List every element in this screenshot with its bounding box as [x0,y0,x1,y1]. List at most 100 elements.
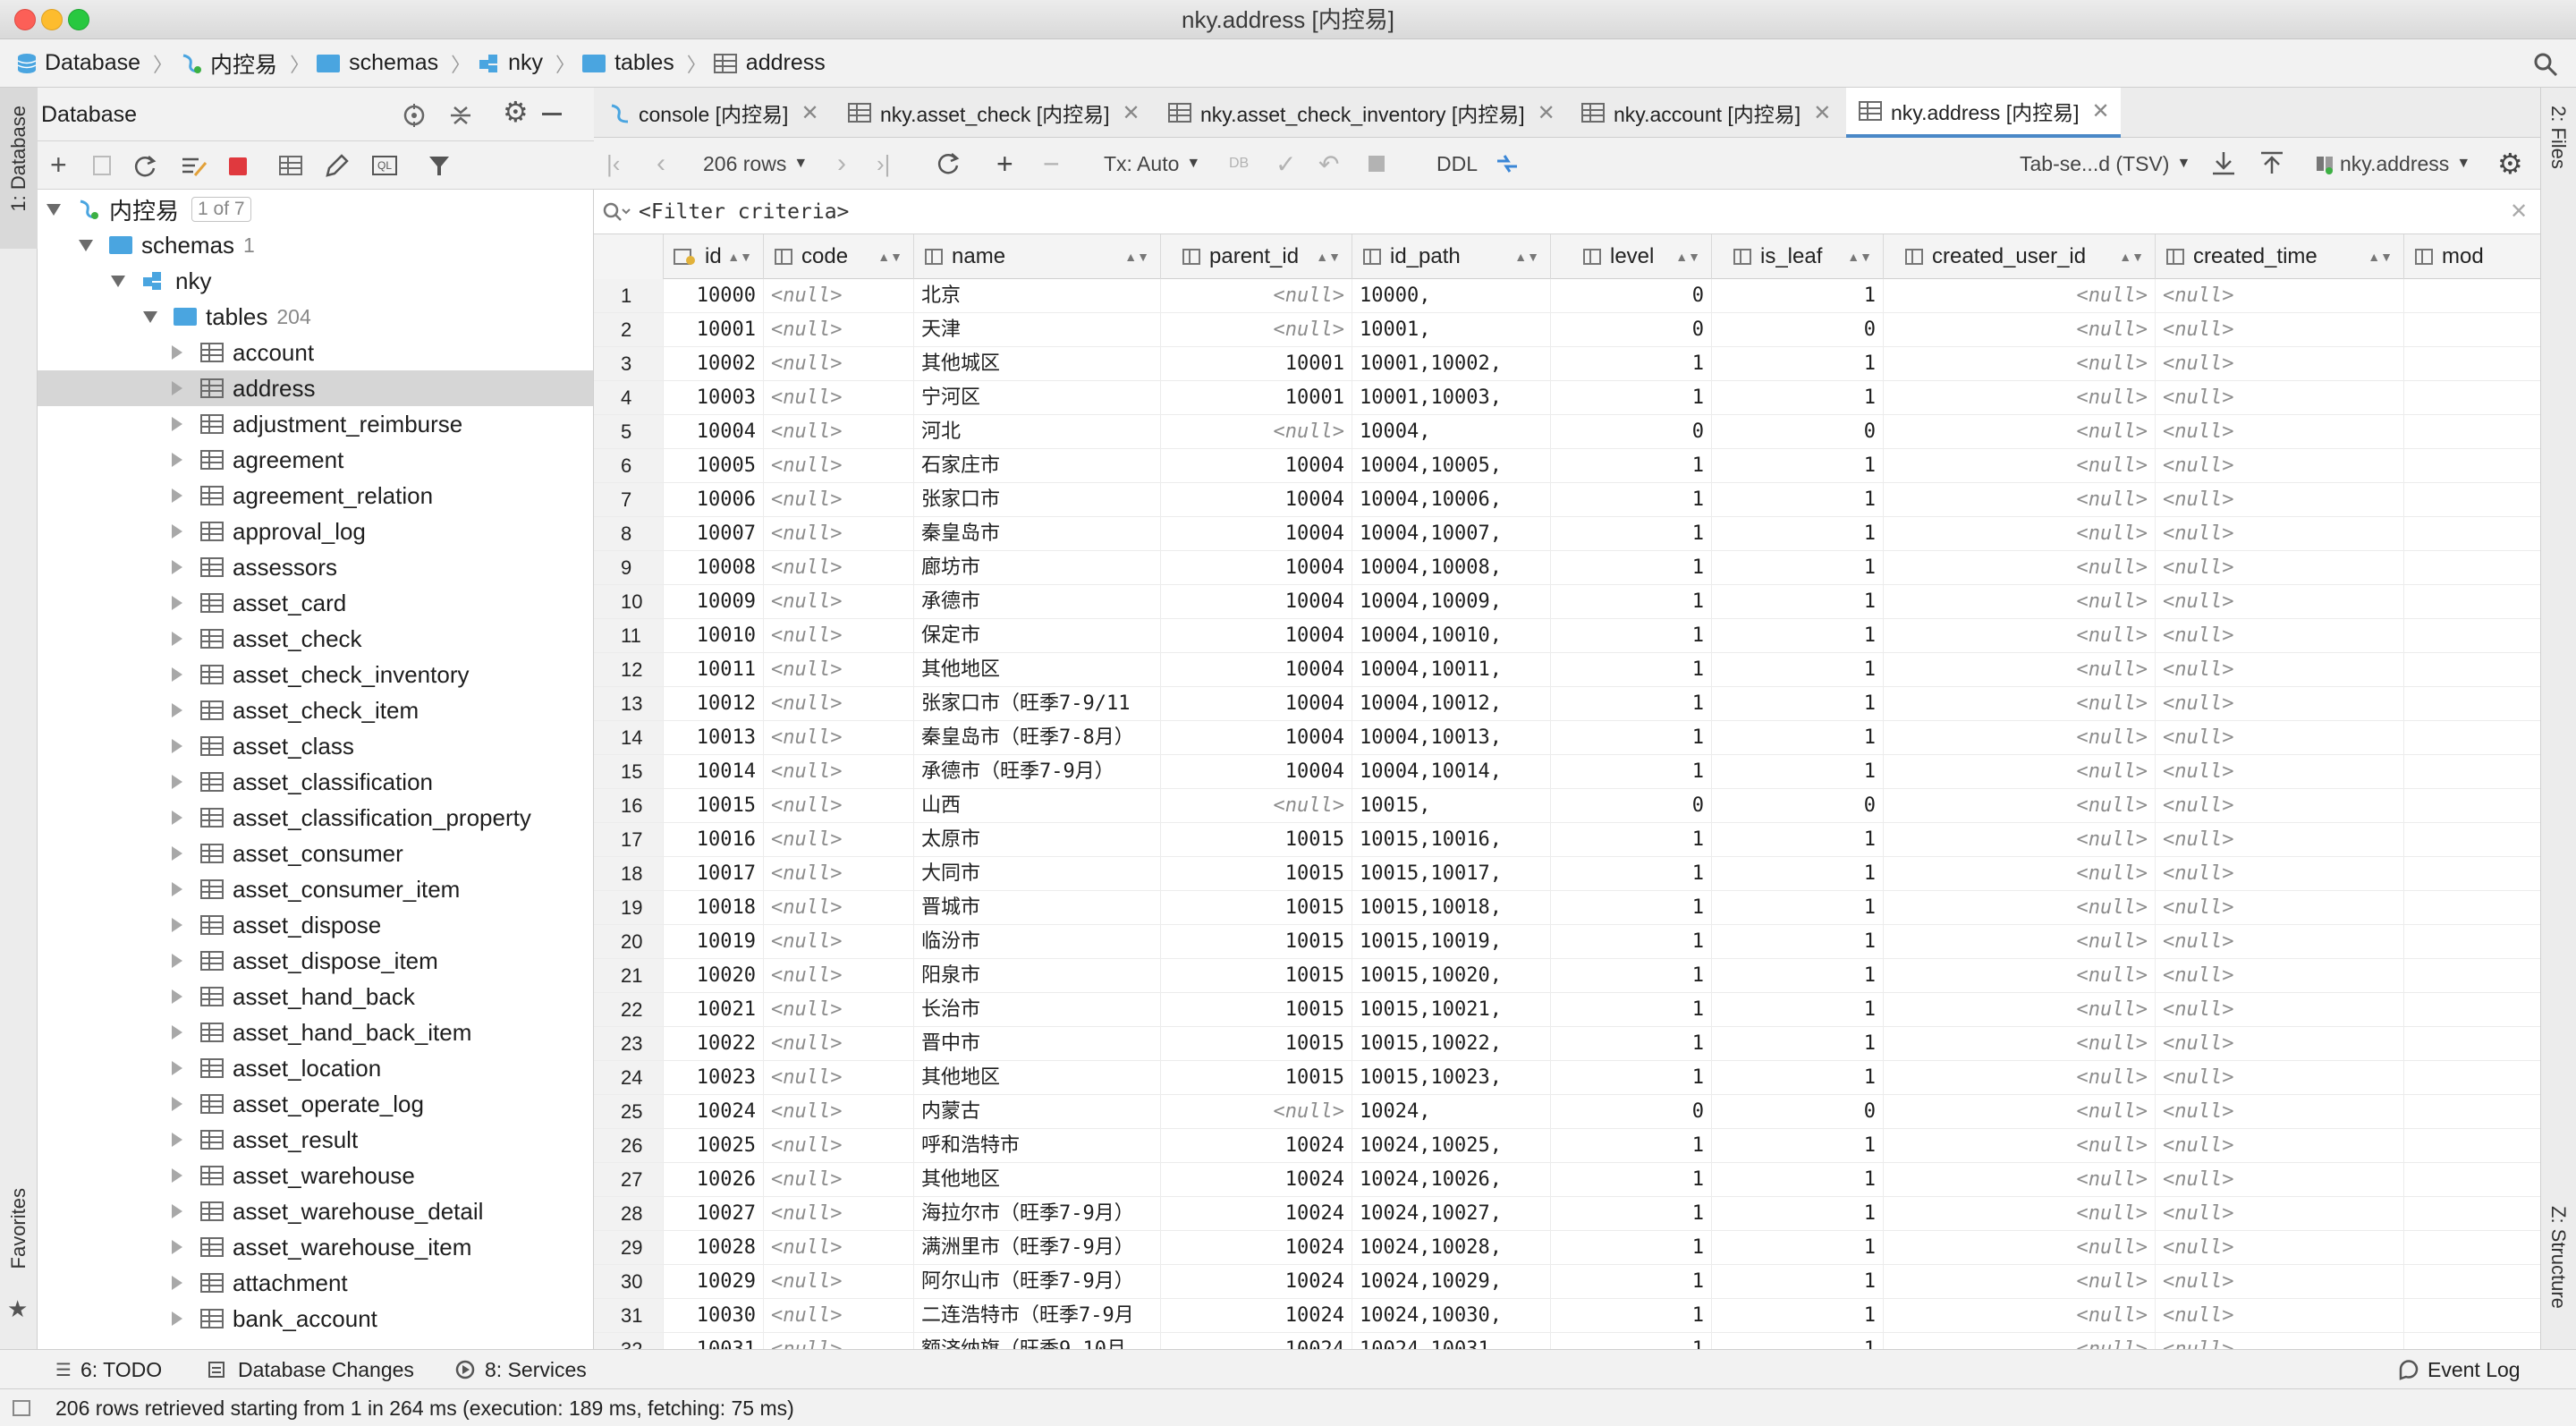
tree-table-item[interactable]: account [38,335,593,370]
code-cell[interactable]: <null> [764,1027,914,1061]
close-tab-icon[interactable]: ✕ [1538,100,1555,126]
created-time-cell[interactable]: <null> [2156,585,2404,619]
expand-arrow-icon[interactable] [172,703,182,717]
name-cell[interactable]: 廊坊市 [914,551,1161,585]
tree-table-item[interactable]: asset_warehouse_item [38,1229,593,1265]
expand-arrow-icon[interactable] [172,1311,182,1326]
is-leaf-cell[interactable]: 1 [1712,619,1884,653]
name-cell[interactable]: 阳泉市 [914,959,1161,993]
code-cell[interactable]: <null> [764,585,914,619]
created-user-id-cell[interactable]: <null> [1884,789,2156,823]
created-user-id-cell[interactable]: <null> [1884,925,2156,959]
files-tool-tab[interactable]: 2: Files [2541,106,2576,222]
expand-arrow-icon[interactable] [172,882,182,896]
created-time-cell[interactable]: <null> [2156,687,2404,721]
parent-id-cell[interactable]: 10004 [1161,517,1352,551]
created-user-id-cell[interactable]: <null> [1884,619,2156,653]
expand-arrow-icon[interactable] [172,1240,182,1254]
parent-id-cell[interactable]: 10004 [1161,687,1352,721]
id-path-cell[interactable]: 10001,10002, [1352,347,1551,381]
created-time-cell[interactable]: <null> [2156,1265,2404,1299]
id-cell[interactable]: 10022 [664,1027,764,1061]
tree-schema-nky[interactable]: nky [38,263,593,299]
tree-table-item[interactable]: asset_hand_back [38,979,593,1014]
level-cell[interactable]: 1 [1551,585,1712,619]
level-cell[interactable]: 1 [1551,857,1712,891]
created-time-cell[interactable]: <null> [2156,959,2404,993]
table-row[interactable]: 26 10025 <null> 呼和浩特市 10024 10024,10025, 1 1 <nu… [594,1129,2540,1163]
parent-id-cell[interactable]: 10015 [1161,857,1352,891]
tree-schemas[interactable]: schemas 1 [38,227,593,263]
id-cell[interactable]: 10009 [664,585,764,619]
is-leaf-cell[interactable]: 1 [1712,1027,1884,1061]
created-time-cell[interactable]: <null> [2156,891,2404,925]
expand-arrow-icon[interactable] [172,1276,182,1290]
is-leaf-cell[interactable]: 1 [1712,1197,1884,1231]
name-cell[interactable]: 晋中市 [914,1027,1161,1061]
level-cell[interactable]: 1 [1551,1265,1712,1299]
parent-id-cell[interactable]: 10015 [1161,1061,1352,1095]
favorites-tool-tab[interactable]: Favorites ★ [0,1188,38,1340]
modified-cell[interactable] [2404,755,2540,789]
table-row[interactable]: 9 10008 <null> 廊坊市 10004 10004,10008, 1 1 <null>… [594,551,2540,585]
tree-table-item[interactable]: asset_result [38,1122,593,1158]
modified-cell[interactable] [2404,1265,2540,1299]
parent-id-cell[interactable]: 10004 [1161,755,1352,789]
level-cell[interactable]: 1 [1551,1333,1712,1349]
parent-id-cell[interactable]: 10024 [1161,1265,1352,1299]
is-leaf-cell[interactable]: 1 [1712,1061,1884,1095]
column-header-modified[interactable]: mod [2404,234,2540,279]
created-user-id-cell[interactable]: <null> [1884,585,2156,619]
is-leaf-cell[interactable]: 1 [1712,551,1884,585]
created-time-cell[interactable]: <null> [2156,1095,2404,1129]
parent-id-cell[interactable]: 10004 [1161,653,1352,687]
expand-arrow-icon[interactable] [172,954,182,968]
modified-cell[interactable] [2404,279,2540,313]
table-row[interactable]: 1 10000 <null> 北京 <null> 10000, 0 1 <null> <null> [594,279,2540,313]
is-leaf-cell[interactable]: 1 [1712,1163,1884,1197]
target-schema-dropdown[interactable]: nky.address ▼ [2315,138,2470,190]
modified-cell[interactable] [2404,415,2540,449]
id-path-cell[interactable]: 10024,10025, [1352,1129,1551,1163]
tab-console[interactable]: console [内控易] ✕ [608,88,826,138]
copy-icon[interactable] [93,156,111,175]
row-number-cell[interactable]: 25 [594,1095,664,1129]
row-count-dropdown[interactable]: 206 rows ▼ [703,138,808,190]
is-leaf-cell[interactable]: 1 [1712,449,1884,483]
is-leaf-cell[interactable]: 0 [1712,313,1884,347]
stop-icon[interactable] [1368,156,1385,172]
is-leaf-cell[interactable]: 1 [1712,483,1884,517]
tree-table-item[interactable]: asset_consumer [38,836,593,871]
level-cell[interactable]: 0 [1551,313,1712,347]
level-cell[interactable]: 1 [1551,687,1712,721]
level-cell[interactable]: 1 [1551,1027,1712,1061]
created-time-cell[interactable]: <null> [2156,381,2404,415]
expand-arrow-icon[interactable] [172,596,182,610]
schema-sync-icon[interactable] [181,154,208,179]
row-number-cell[interactable]: 20 [594,925,664,959]
id-cell[interactable]: 10012 [664,687,764,721]
modified-cell[interactable] [2404,1095,2540,1129]
tree-table-item[interactable]: attachment [38,1265,593,1301]
code-cell[interactable]: <null> [764,721,914,755]
breadcrumb-datasource[interactable]: 内控易 [180,47,277,80]
name-cell[interactable]: 阿尔山市（旺季7-9月） [914,1265,1161,1299]
table-row[interactable]: 21 10020 <null> 阳泉市 10015 10015,10020, 1 1 <null… [594,959,2540,993]
created-time-cell[interactable]: <null> [2156,551,2404,585]
level-cell[interactable]: 1 [1551,517,1712,551]
row-number-cell[interactable]: 30 [594,1265,664,1299]
sort-icon[interactable]: ▲▼ [1124,250,1149,264]
row-number-cell[interactable]: 18 [594,857,664,891]
parent-id-cell[interactable]: <null> [1161,313,1352,347]
name-cell[interactable]: 内蒙古 [914,1095,1161,1129]
id-cell[interactable]: 10013 [664,721,764,755]
table-row[interactable]: 8 10007 <null> 秦皇岛市 10004 10004,10007, 1 1 <null… [594,517,2540,551]
structure-tool-tab[interactable]: Z: Structure [2541,1206,2576,1349]
table-row[interactable]: 11 10010 <null> 保定市 10004 10004,10010, 1 1 <null… [594,619,2540,653]
schema-count-badge[interactable]: 1 of 7 [191,197,251,222]
id-path-cell[interactable]: 10004,10014, [1352,755,1551,789]
toggle-tool-windows-icon[interactable] [13,1400,30,1416]
close-tab-icon[interactable]: ✕ [1123,100,1140,126]
name-cell[interactable]: 其他地区 [914,1163,1161,1197]
modified-cell[interactable] [2404,1231,2540,1265]
